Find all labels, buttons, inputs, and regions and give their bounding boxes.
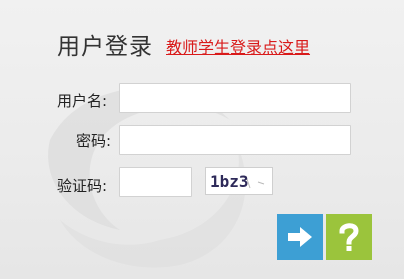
username-label: 用户名:	[57, 92, 108, 110]
question-mark-icon	[339, 223, 359, 251]
login-panel: 用户登录 教师学生登录点这里 用户名: 密码: 验证码: 1bz3	[0, 0, 404, 279]
captcha-input[interactable]	[119, 167, 192, 197]
help-button[interactable]	[326, 214, 372, 260]
captcha-label: 验证码:	[57, 177, 108, 195]
password-label: 密码:	[76, 132, 112, 150]
submit-button[interactable]	[277, 214, 323, 260]
username-input[interactable]	[119, 83, 351, 113]
arrow-right-icon	[288, 227, 312, 247]
captcha-image[interactable]: 1bz3	[205, 167, 273, 195]
captcha-text: 1bz3	[210, 172, 249, 191]
password-input[interactable]	[119, 125, 351, 155]
teacher-student-login-link[interactable]: 教师学生登录点这里	[166, 34, 310, 58]
login-title: 用户登录	[57, 34, 153, 60]
